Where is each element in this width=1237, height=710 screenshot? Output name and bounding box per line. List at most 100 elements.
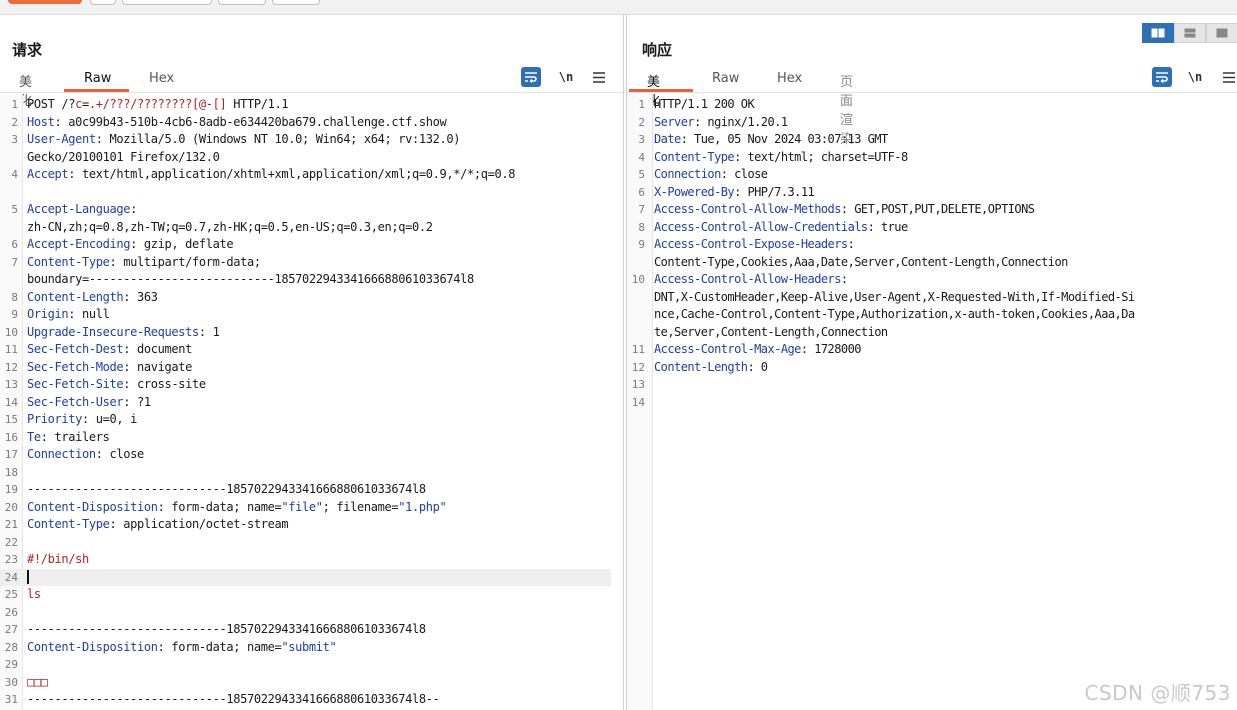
line-text: Access-Control-Allow-Methods: GET,POST,P… bbox=[654, 201, 1035, 219]
header-name: Connection bbox=[654, 167, 721, 181]
line-text: POST /?c=.+/???/????????[@-[] HTTP/1.1 bbox=[27, 97, 289, 111]
line-text: Sec-Fetch-Site: cross-site bbox=[27, 376, 206, 394]
line-number: 15 bbox=[4, 413, 18, 426]
header-name: Host bbox=[27, 114, 55, 129]
line-text: HTTP/1.1 200 OK bbox=[654, 97, 755, 111]
line-text: Content-Type: text/html; charset=UTF-8 bbox=[654, 149, 908, 167]
line-text: Content-Type,Cookies,Aaa,Date,Server,Con… bbox=[654, 254, 1068, 269]
toolbar-button[interactable] bbox=[272, 0, 320, 5]
editor-line: 11 Sec-Fetch-Dest: document bbox=[0, 341, 611, 359]
header-value: : multipart/form-data; bbox=[109, 254, 262, 269]
tab-hex[interactable]: Hex bbox=[777, 71, 802, 86]
line-number: 10 bbox=[631, 273, 645, 286]
send-button[interactable] bbox=[8, 0, 82, 4]
editor-line: 12 Sec-Fetch-Mode: navigate bbox=[0, 359, 611, 377]
watermark: CSDN @顺753 bbox=[1084, 681, 1231, 705]
hamburger-menu-icon[interactable] bbox=[589, 67, 609, 87]
line-number: 11 bbox=[631, 343, 645, 356]
header-value: : text/html; charset=UTF-8 bbox=[734, 149, 908, 164]
line-text: nce,Cache-Control,Content-Type,Authoriza… bbox=[654, 307, 1135, 321]
tab-hex[interactable]: Hex bbox=[149, 71, 174, 86]
line-text: Content-Disposition: form-data; name="fi… bbox=[27, 499, 447, 517]
editor-line: 29 bbox=[0, 656, 611, 674]
header-name: Content-Length bbox=[654, 359, 748, 374]
header-value: : bbox=[840, 272, 848, 286]
line-text: Date: Tue, 05 Nov 2024 03:07:13 GMT bbox=[654, 131, 888, 149]
toolbar-button[interactable] bbox=[90, 0, 116, 5]
editor-line: 14 Sec-Fetch-User: ?1 bbox=[0, 394, 611, 412]
line-text: Access-Control-Expose-Headers: bbox=[654, 236, 855, 254]
tab-raw[interactable]: Raw bbox=[712, 71, 739, 86]
header-value: : navigate bbox=[123, 359, 192, 374]
line-number: 14 bbox=[4, 395, 18, 409]
editor-line: 4 Accept: text/html,application/xhtml+xml… bbox=[0, 166, 611, 184]
header-value: : bbox=[847, 237, 855, 251]
split-vertical-icon[interactable] bbox=[1174, 23, 1206, 43]
editor-line: 13 bbox=[627, 376, 1226, 394]
tabs-divider bbox=[0, 92, 623, 93]
header-value: : true bbox=[867, 219, 909, 234]
editor-line: DNT,X-CustomHeader,Keep-Alive,User-Agent… bbox=[627, 289, 1226, 307]
line-text: User-Agent: Mozilla/5.0 (Windows NT 10.0… bbox=[27, 131, 460, 149]
editor-line: 24 bbox=[0, 568, 611, 586]
line-text: Content-Length: 0 bbox=[654, 359, 768, 377]
editor-line: 16 Te: trailers bbox=[0, 429, 611, 447]
script-text: #!/bin/sh bbox=[27, 552, 89, 566]
editor-line: 5 Connection: close bbox=[627, 166, 1226, 184]
response-pane: 响应 美化 Raw Hex 页面渲染 \n 1 HTTP/1.1 200 OK 2 S… bbox=[626, 15, 1237, 710]
editor-line: 20 Content-Disposition: form-data; name="… bbox=[0, 499, 611, 517]
line-number: 5 bbox=[638, 168, 645, 181]
response-editor[interactable]: 1 HTTP/1.1 200 OK 2 Server: nginx/1.20.1 3 Da… bbox=[627, 94, 1237, 710]
split-horizontal-icon[interactable] bbox=[1142, 23, 1174, 43]
header-value: : Mozilla/5.0 (Windows NT 10.0; Win64; x… bbox=[95, 132, 461, 146]
line-number: 22 bbox=[4, 535, 18, 549]
line-text: Content-Type: multipart/form-data; bbox=[27, 254, 261, 272]
line-text: Priority: u=0, i bbox=[27, 411, 137, 429]
line-text: Access-Control-Allow-Credentials: true bbox=[654, 219, 908, 237]
tab-raw[interactable]: Raw bbox=[84, 71, 111, 86]
wrap-lines-icon[interactable] bbox=[1152, 67, 1172, 87]
line-number: 3 bbox=[11, 133, 18, 146]
line-text: Upgrade-Insecure-Requests: 1 bbox=[27, 324, 220, 342]
header-name: Content-Disposition bbox=[27, 499, 158, 514]
line-text: Access-Control-Max-Age: 1728000 bbox=[654, 341, 861, 359]
line-number: 29 bbox=[4, 658, 18, 671]
editor-line: 18 bbox=[0, 464, 611, 482]
editor-line: 19 -----------------------------185702294… bbox=[0, 481, 611, 499]
show-newlines-button[interactable]: \n bbox=[1185, 67, 1205, 87]
request-editor[interactable]: 1 POST /?c=.+/???/????????[@-[] HTTP/1.1 2… bbox=[0, 94, 623, 710]
string-literal: "1.php" bbox=[398, 499, 447, 514]
line-number: 6 bbox=[11, 238, 18, 251]
line-number: 10 bbox=[4, 325, 18, 339]
header-value: : document bbox=[123, 342, 192, 356]
line-text: Sec-Fetch-User: ?1 bbox=[27, 394, 151, 412]
editor-line: 31 -----------------------------185702294… bbox=[0, 691, 611, 709]
hamburger-menu-icon[interactable] bbox=[1219, 67, 1237, 87]
editor-line: boundary=---------------------------1857… bbox=[0, 271, 611, 289]
line-text: -----------------------------18570229433… bbox=[27, 482, 426, 496]
show-newlines-button[interactable]: \n bbox=[556, 67, 576, 87]
line-number: 3 bbox=[638, 133, 645, 146]
header-value: : null bbox=[68, 307, 110, 321]
header-value: : nginx/1.20.1 bbox=[694, 114, 788, 129]
toolbar-button[interactable] bbox=[218, 0, 266, 5]
editor-line: 6 X-Powered-By: PHP/7.3.11 bbox=[627, 184, 1226, 202]
single-pane-icon[interactable] bbox=[1206, 23, 1237, 43]
line-number: 30 bbox=[4, 675, 18, 689]
header-name: Content-Type bbox=[27, 254, 110, 269]
line-number: 31 bbox=[4, 693, 18, 706]
line-number: 25 bbox=[4, 588, 18, 601]
line-number: 19 bbox=[4, 483, 18, 496]
editor-line: 25 ls bbox=[0, 586, 611, 604]
editor-line: 1 POST /?c=.+/???/????????[@-[] HTTP/1.1 bbox=[0, 96, 611, 114]
layout-switcher bbox=[1142, 23, 1237, 43]
wrap-lines-icon[interactable] bbox=[521, 67, 541, 87]
line-number: 21 bbox=[4, 518, 18, 531]
toolbar-button[interactable] bbox=[122, 0, 212, 5]
editor-line: 2 Host: a0c99b43-510b-4cb6-8adb-e634420ba… bbox=[0, 114, 611, 132]
string-literal: "submit" bbox=[281, 639, 337, 654]
header-name: Accept bbox=[27, 167, 69, 181]
editor-line: 17 Connection: close bbox=[0, 446, 611, 464]
editor-line: 4 Content-Type: text/html; charset=UTF-8 bbox=[627, 149, 1226, 167]
line-number: 20 bbox=[4, 500, 18, 514]
